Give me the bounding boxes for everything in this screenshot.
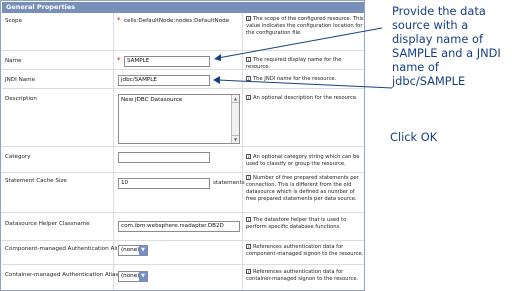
component-alias-value: (none) [121,247,140,253]
category-label: Category [5,154,31,160]
jndi-description: i The JNDI name for the resource. [246,76,337,82]
chevron-down-icon[interactable]: ▼ [139,246,147,255]
required-asterisk: * [117,56,121,64]
container-alias-value: (none) [121,273,140,279]
component-alias-description: i References authentication data for comp… [246,244,364,257]
description-description: i An optional description for the resourc… [246,95,358,101]
scope-description: i The scope of the configured resource. T… [246,16,364,36]
info-icon: i [246,57,251,63]
name-description: i The required display name for the resou… [246,57,342,70]
container-alias-description: i References authentication data for cont… [246,269,359,282]
container-alias-label: Container-managed Authentication Alias [5,272,119,278]
cache-description: i Number of free prepared statements per … [246,175,359,202]
cache-unit: statements [213,180,245,186]
cache-input[interactable]: 10 [118,178,210,189]
info-icon: i [246,269,251,275]
name-input[interactable]: SAMPLE [124,56,210,67]
description-row: Description New JDBC Datasource ▲ ▼ i An … [2,89,364,147]
container-alias-select[interactable]: (none) ▼ [118,271,148,282]
instruction-note: Provide the data source with a display n… [392,4,501,88]
container-alias-row: Container-managed Authentication Alias (… [2,265,364,290]
description-label: Description [5,96,37,102]
scope-row: Scope * cells:DefaultNode:nodes:DefaultN… [2,13,364,51]
helper-row: Datasource Helper Classname com.ibm.webs… [2,213,364,241]
category-row: Category i An optional category string wh… [2,147,364,173]
jndi-input[interactable]: jdbc/SAMPLE [118,75,210,86]
general-properties-panel: General Properties Scope * cells:Default… [0,0,365,291]
cache-row: Statement Cache Size 10 statements i Numb… [2,173,364,213]
chevron-down-icon[interactable]: ▼ [139,272,147,281]
textarea-scrollbar[interactable]: ▲ ▼ [231,95,239,143]
description-textarea[interactable]: New JDBC Datasource ▲ ▼ [118,94,240,144]
helper-input[interactable]: com.ibm.websphere.rsadapter.DB2D [118,221,240,232]
description-text: New JDBC Datasource [121,97,183,103]
jndi-row: JNDI Name jdbc/SAMPLE i The JNDI name for… [2,70,364,89]
cache-label: Statement Cache Size [5,178,67,184]
helper-description: i The datastore helper that is used to pe… [246,217,347,230]
info-icon: i [246,244,251,250]
category-input[interactable] [118,152,210,163]
component-alias-label: Component-managed Authentication Alias [5,246,124,252]
info-icon: i [246,16,251,22]
component-alias-select[interactable]: (none) ▼ [118,245,148,256]
scroll-up-icon[interactable]: ▲ [232,95,239,103]
scope-label: Scope [5,18,23,24]
jndi-label: JNDI Name [5,77,36,83]
helper-label: Datasource Helper Classname [5,221,90,227]
panel-header: General Properties [2,2,364,13]
category-description: i An optional category string which can b… [246,154,360,167]
required-asterisk: * [117,16,121,24]
info-icon: i [246,154,251,160]
info-icon: i [246,76,251,82]
click-ok-instruction: Click OK [390,130,438,144]
name-row: Name * SAMPLE i The required display name… [2,51,364,70]
component-alias-row: Component-managed Authentication Alias (… [2,241,364,265]
name-label: Name [5,58,22,64]
scope-value: cells:DefaultNode:nodes:DefaultNode [124,18,230,24]
info-icon: i [246,95,251,101]
info-icon: i [246,175,251,181]
info-icon: i [246,217,251,223]
scroll-down-icon[interactable]: ▼ [232,135,239,143]
